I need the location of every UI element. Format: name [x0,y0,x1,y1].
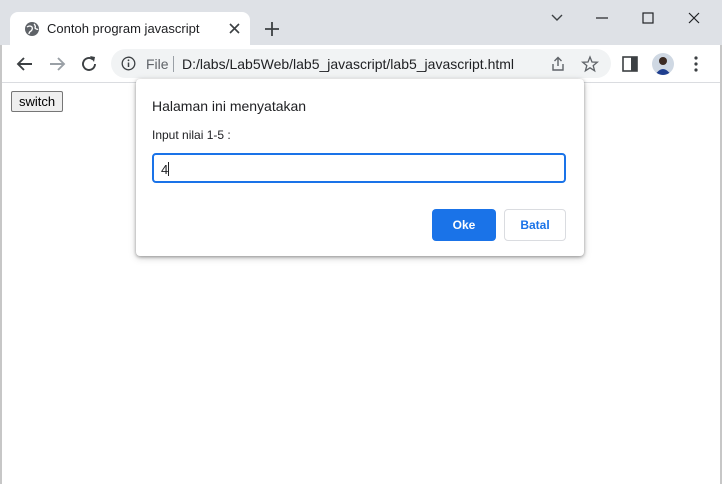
browser-toolbar: File D:/labs/Lab5Web/lab5_javascript/lab… [0,45,722,83]
window-close-icon[interactable] [686,10,702,26]
address-bar[interactable]: File D:/labs/Lab5Web/lab5_javascript/lab… [111,49,611,78]
avatar-icon [655,57,671,75]
browser-tab[interactable]: Contoh program javascript [10,12,250,45]
back-icon[interactable] [15,54,35,74]
profile-avatar[interactable] [652,53,674,75]
dialog-message: Input nilai 1-5 : [152,128,231,142]
reload-icon[interactable] [79,54,99,74]
menu-kebab-icon[interactable] [688,55,704,73]
tab-search-chevron-icon[interactable] [549,10,565,26]
cancel-button[interactable]: Batal [504,209,566,241]
minimize-icon[interactable] [594,10,610,26]
switch-button[interactable]: switch [11,91,64,112]
window-frame-left [0,45,2,484]
tab-title: Contoh program javascript [47,21,200,36]
site-info-icon[interactable] [121,56,136,71]
prompt-input-value: 4 [161,162,169,177]
address-separator [173,56,174,72]
bookmark-star-icon[interactable] [581,55,599,73]
side-panel-icon[interactable] [621,55,639,73]
text-caret [168,162,170,176]
ok-button[interactable]: Oke [432,209,496,241]
prompt-input[interactable]: 4 [152,153,566,183]
address-scheme-label: File [146,56,169,72]
new-tab-icon[interactable] [264,21,280,37]
share-icon[interactable] [549,55,567,73]
prompt-dialog: Halaman ini menyatakan Input nilai 1-5 :… [136,79,584,256]
tab-close-icon[interactable] [228,22,241,35]
address-url[interactable]: D:/labs/Lab5Web/lab5_javascript/lab5_jav… [182,56,514,72]
globe-icon [25,22,39,36]
maximize-icon[interactable] [640,10,656,26]
tab-strip: Contoh program javascript [0,0,722,45]
forward-icon[interactable] [47,54,67,74]
dialog-heading: Halaman ini menyatakan [152,98,307,114]
